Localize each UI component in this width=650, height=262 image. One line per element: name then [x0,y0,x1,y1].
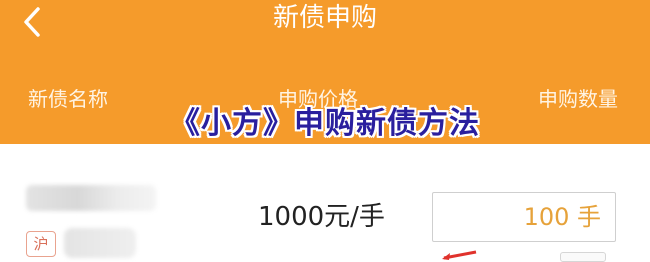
overlay-title: 《小方》申购新债方法 [170,106,480,141]
bond-code-blurred [64,228,136,258]
quantity-input[interactable]: 100 手 [432,192,616,242]
subscription-price: 1000元/手 [258,202,385,232]
top-nav-bar: 新债申购 [0,0,650,44]
bond-name-blurred [26,185,156,211]
page-title: 新债申购 [272,3,377,33]
market-badge: 沪 [26,231,56,257]
small-tag-button[interactable] [560,252,606,262]
quantity-value: 100 手 [523,203,601,231]
red-arrow-icon [442,250,477,260]
